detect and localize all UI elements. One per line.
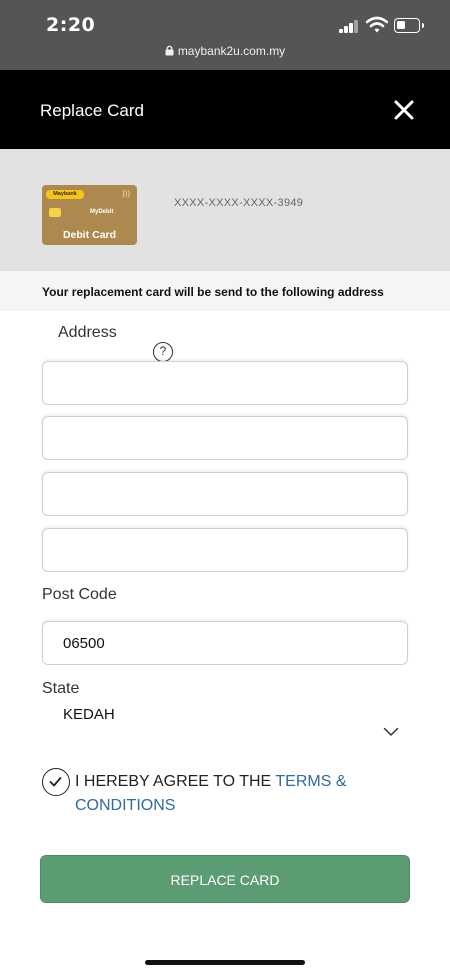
agreement-text: I HEREBY AGREE TO THE TERMS & CONDITIONS (75, 770, 375, 818)
close-icon[interactable] (392, 98, 416, 122)
wifi-icon (365, 16, 389, 34)
postcode-input[interactable] (42, 621, 408, 665)
agreement-prefix: I HEREBY AGREE TO THE (75, 773, 276, 790)
debit-card-image: Maybank ))) MyDebit Debit Card (42, 185, 137, 245)
state-value: KEDAH (63, 706, 115, 723)
state-label: State (42, 680, 80, 697)
address-line-4-input[interactable] (42, 528, 408, 572)
agree-checkbox[interactable] (42, 768, 70, 796)
lock-icon (165, 45, 174, 56)
page-title: Replace Card (40, 101, 144, 120)
notice-text: Your replacement card will be send to th… (42, 285, 384, 299)
page-header: Replace Card (0, 70, 450, 149)
checkmark-icon (49, 777, 62, 787)
url-text: maybank2u.com.my (177, 44, 286, 58)
contactless-icon: ))) (122, 189, 130, 198)
card-chip (49, 208, 61, 217)
address-label: Address (58, 324, 117, 341)
card-section: Maybank ))) MyDebit Debit Card XXXX-XXXX… (0, 149, 450, 271)
chevron-down-icon[interactable] (383, 724, 399, 736)
card-number: XXXX-XXXX-XXXX-3949 (174, 197, 304, 209)
card-type-label: Debit Card (62, 229, 117, 241)
address-line-1-input[interactable] (42, 361, 408, 405)
card-bank-logo: Maybank (46, 190, 84, 199)
card-brand: MyDebit (90, 209, 114, 215)
url-bar[interactable]: maybank2u.com.my (0, 44, 450, 58)
postcode-label: Post Code (42, 586, 117, 603)
status-time: 2:20 (46, 14, 96, 36)
replace-card-button[interactable]: REPLACE CARD (40, 855, 410, 903)
home-indicator (145, 960, 305, 965)
status-bar: 2:20 maybank2u.com.my (0, 0, 450, 70)
address-notice: Your replacement card will be send to th… (0, 271, 450, 311)
address-line-2-input[interactable] (42, 416, 408, 460)
help-icon[interactable]: ? (153, 342, 173, 362)
signal-icon (339, 20, 359, 33)
battery-icon (394, 18, 424, 33)
address-line-3-input[interactable] (42, 472, 408, 516)
